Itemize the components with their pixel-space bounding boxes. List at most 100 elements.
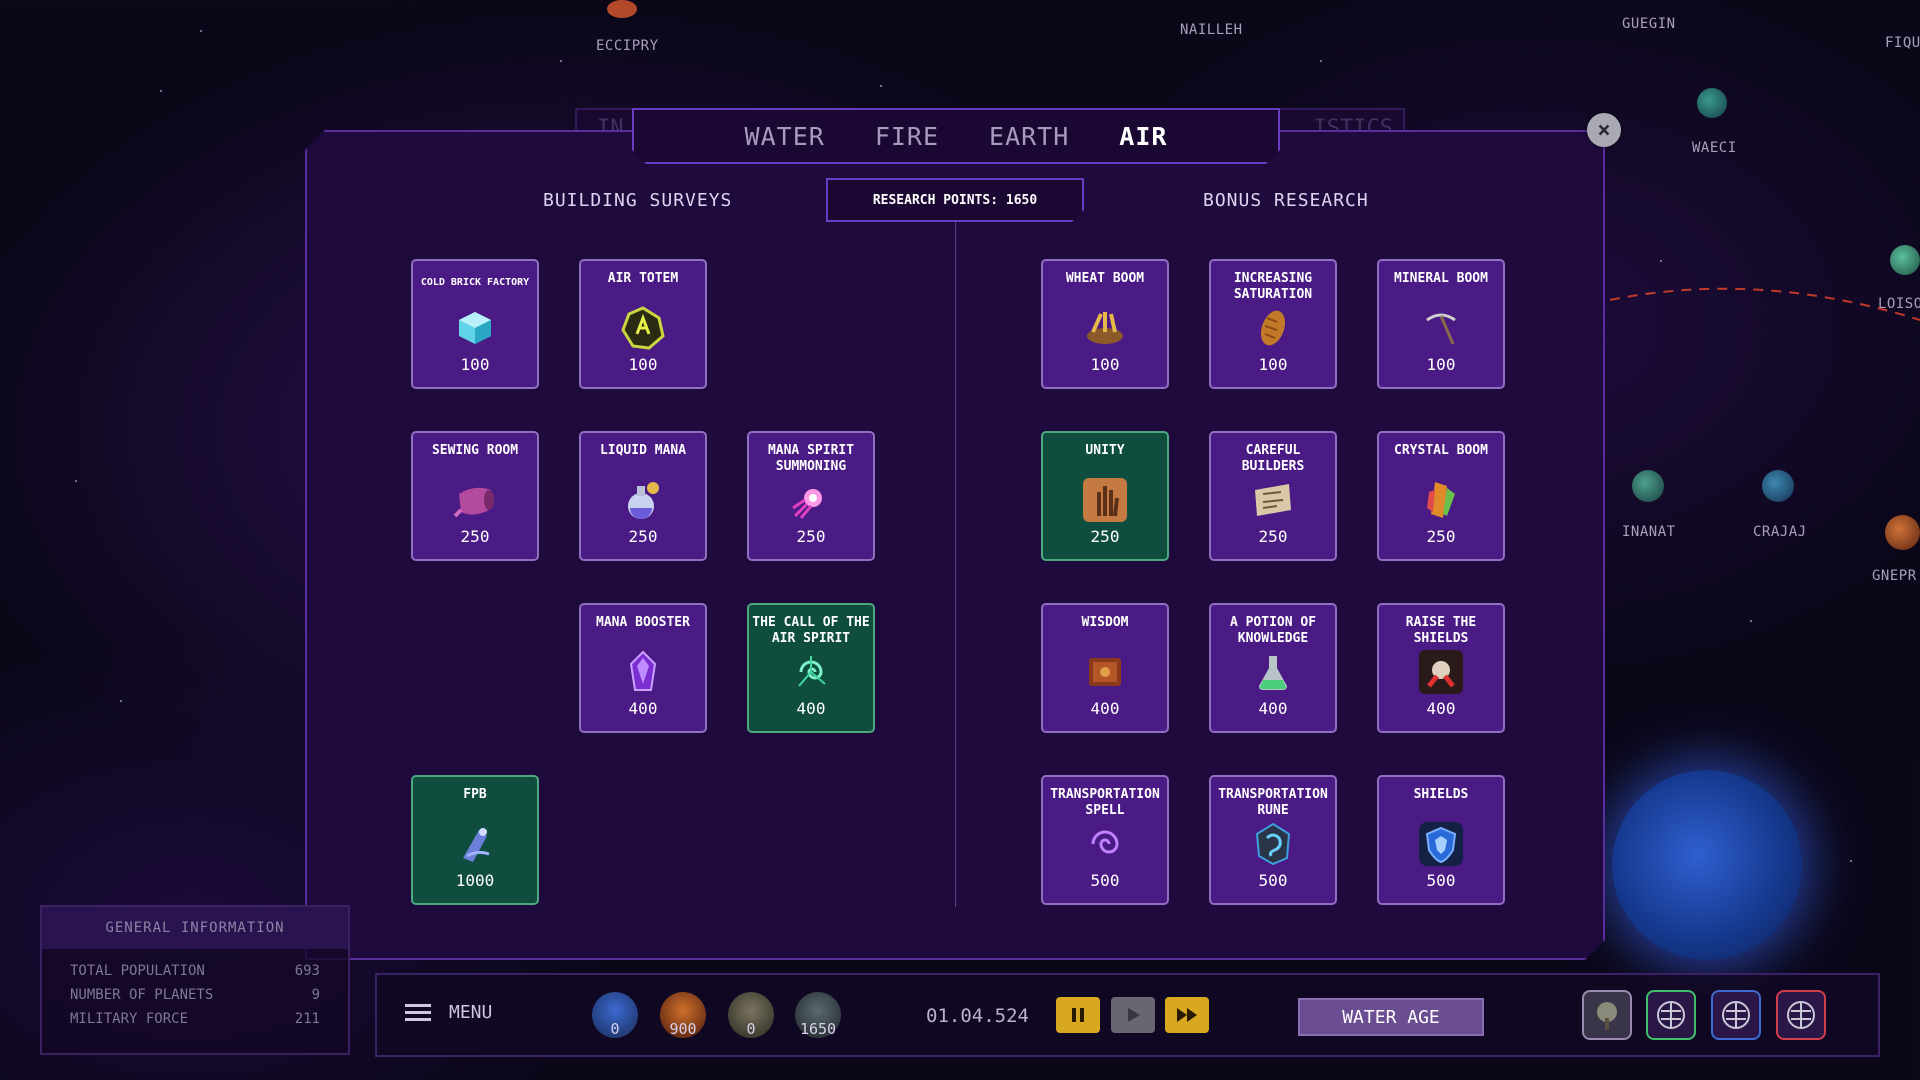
shield-icon (1416, 821, 1466, 867)
menu-button[interactable]: MENU (405, 1000, 492, 1025)
planet-home[interactable] (1612, 770, 1802, 960)
bonus-card-transportation-rune[interactable]: TRANSPORTATION RUNE 500 (1209, 775, 1337, 905)
blueprint-scroll-icon (1248, 477, 1298, 523)
tab-fire[interactable]: FIRE (875, 122, 939, 151)
crystal-icon (1416, 477, 1466, 523)
tab-air[interactable]: AIR (1119, 122, 1167, 151)
bonus-card-transportation-spell[interactable]: TRANSPORTATION SPELL 500 (1041, 775, 1169, 905)
tab-earth[interactable]: EARTH (989, 122, 1069, 151)
card-title: MINERAL BOOM (1394, 271, 1488, 286)
planet-ecciprypl[interactable] (607, 0, 637, 18)
bonus-card-wisdom[interactable]: WISDOM 400 (1041, 603, 1169, 733)
info-label: TOTAL POPULATION (70, 963, 205, 979)
card-cost: 100 (1090, 355, 1120, 374)
planet-gnepr[interactable] (1885, 515, 1920, 550)
survey-card-the-call-of-the-air-spirit[interactable]: THE CALL OF THE AIR SPIRIT 400 (747, 603, 875, 733)
panel-divider (955, 222, 956, 907)
planet-inanat[interactable] (1632, 470, 1664, 502)
swirl-spell-icon (1080, 821, 1130, 867)
card-title: CRYSTAL BOOM (1394, 443, 1488, 458)
tab-water[interactable]: WATER (745, 122, 825, 151)
card-title: LIQUID MANA (599, 443, 687, 458)
planet-label: FIQU (1885, 35, 1920, 51)
spirit-spark-icon (786, 477, 836, 523)
menu-label: MENU (449, 1002, 493, 1023)
card-cost: 100 (628, 355, 658, 374)
play-icon (1128, 1008, 1140, 1022)
bonus-card-shields[interactable]: SHIELDS 500 (1377, 775, 1505, 905)
card-title: SEWING ROOM (431, 443, 519, 458)
play-button[interactable] (1111, 997, 1155, 1033)
brain-circuit-icon (1787, 1001, 1815, 1029)
card-cost: 250 (460, 527, 490, 546)
pause-button[interactable] (1056, 997, 1100, 1033)
info-value: 211 (294, 1011, 320, 1027)
card-title: THE CALL OF THE AIR SPIRIT (752, 615, 870, 646)
planet-waeci[interactable] (1697, 88, 1727, 118)
tree-icon (1597, 1002, 1617, 1030)
survey-card-mana-spirit-summoning[interactable]: MANA SPIRIT SUMMONING 250 (747, 431, 875, 561)
book-icon (1080, 649, 1130, 695)
wheat-icon (1080, 305, 1130, 351)
survey-card-sewing-room[interactable]: SEWING ROOM 250 (411, 431, 539, 561)
orbit-path (1609, 287, 1920, 321)
ice-cube-icon (450, 305, 500, 351)
bonus-card-increasing-saturation[interactable]: INCREASING SATURATION 100 (1209, 259, 1337, 389)
research-tree-green-button[interactable] (1646, 990, 1696, 1040)
card-cost: 500 (1258, 871, 1288, 890)
fabric-roll-icon (450, 477, 500, 523)
bonus-card-wheat-boom[interactable]: WHEAT BOOM 100 (1041, 259, 1169, 389)
info-label: MILITARY FORCE (70, 1011, 189, 1027)
bonus-card-mineral-boom[interactable]: MINERAL BOOM 100 (1377, 259, 1505, 389)
bonus-research-title: BONUS RESEARCH (1203, 190, 1369, 211)
general-information-panel: GENERAL INFORMATION TOTAL POPULATION 693… (40, 905, 350, 1055)
card-cost: 250 (1090, 527, 1120, 546)
raised-hand-icon (1080, 477, 1130, 523)
bonus-card-crystal-boom[interactable]: CRYSTAL BOOM 250 (1377, 431, 1505, 561)
survey-card-air-totem[interactable]: AIR TOTEM 100 (579, 259, 707, 389)
map-category-button[interactable] (1582, 990, 1632, 1040)
hamburger-icon (405, 1000, 431, 1025)
water-resource-icon: 0 (592, 992, 638, 1038)
fpb-icon (450, 821, 500, 867)
card-title: WHEAT BOOM (1065, 271, 1145, 286)
card-title: WISDOM (1081, 615, 1129, 630)
bonus-card-unity[interactable]: UNITY 250 (1041, 431, 1169, 561)
resource-value: 0 (610, 1020, 620, 1038)
survey-card-mana-booster[interactable]: MANA BOOSTER 400 (579, 603, 707, 733)
rune-stone-icon (1248, 821, 1298, 867)
survey-card-liquid-mana[interactable]: LIQUID MANA 250 (579, 431, 707, 561)
survey-card-cold-brick-factory[interactable]: COLD BRICK FACTORY 100 (411, 259, 539, 389)
card-cost: 400 (1426, 699, 1456, 718)
card-cost: 400 (1090, 699, 1120, 718)
research-tree-red-button[interactable] (1776, 990, 1826, 1040)
survey-card-fpb[interactable]: FPB 1000 (411, 775, 539, 905)
card-title: MANA BOOSTER (596, 615, 690, 630)
research-tree-blue-button[interactable] (1711, 990, 1761, 1040)
card-title: CAREFUL BUILDERS (1241, 443, 1305, 474)
planet-loiso[interactable] (1890, 245, 1920, 275)
card-title: AIR TOTEM (607, 271, 679, 286)
card-title: TRANSPORTATION RUNE (1218, 787, 1328, 818)
close-icon: × (1597, 117, 1611, 143)
research-points-label: RESEARCH POINTS: 1650 (872, 192, 1038, 208)
planet-crajaj[interactable] (1762, 470, 1794, 502)
fast-forward-button[interactable] (1165, 997, 1209, 1033)
green-potion-icon (1248, 649, 1298, 695)
fast-forward-icon (1177, 1008, 1197, 1022)
bonus-card-careful-builders[interactable]: CAREFUL BUILDERS 250 (1209, 431, 1337, 561)
age-label: WATER AGE (1342, 1006, 1440, 1028)
bonus-card-raise-the-shields[interactable]: RAISE THE SHIELDS 400 (1377, 603, 1505, 733)
planet-label: INANAT (1622, 524, 1676, 540)
fire-resource-icon: 900 (660, 992, 706, 1038)
card-cost: 400 (796, 699, 826, 718)
close-button[interactable]: × (1587, 113, 1621, 147)
age-button[interactable]: WATER AGE (1298, 998, 1484, 1036)
bonus-card-a-potion-of-knowledge[interactable]: A POTION OF KNOWLEDGE 400 (1209, 603, 1337, 733)
info-value: 9 (311, 987, 320, 1003)
resource-value: 0 (746, 1020, 756, 1038)
card-title: RAISE THE SHIELDS (1405, 615, 1477, 646)
element-tabs: WATER FIRE EARTH AIR (632, 108, 1280, 164)
pause-icon (1072, 1008, 1084, 1022)
earth-resource-icon: 0 (728, 992, 774, 1038)
